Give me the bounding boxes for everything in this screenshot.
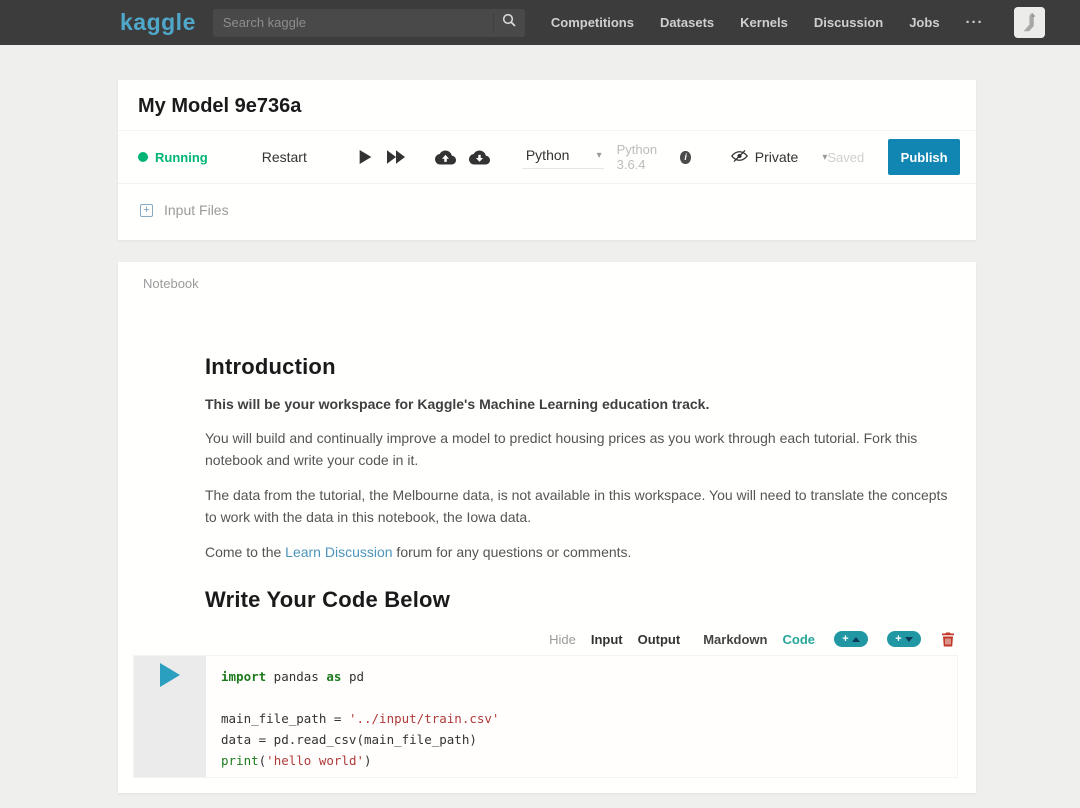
code-token: data = pd.read_csv(main_file_path) [221,732,477,747]
add-cell-above-button[interactable]: + [834,631,868,647]
notebook-card: Notebook Introduction This will be your … [118,262,976,793]
user-avatar[interactable] [1014,7,1045,38]
input-files-section[interactable]: + Input Files [118,183,976,236]
input-files-label: Input Files [164,202,229,218]
code-toggle[interactable]: Code [783,632,816,647]
nav-item-kernels[interactable]: Kernels [740,15,788,30]
arrow-up-icon [852,637,860,642]
cell-toolbar: Hide Input Output Markdown Code + + [205,631,954,647]
run-cell-icon[interactable] [359,150,372,164]
paragraph-forum: Come to the Learn Discussion forum for a… [205,541,956,563]
top-navbar: kaggle Competitions Datasets Kernels Dis… [0,0,1080,45]
intro-heading: Introduction [205,354,956,380]
code-line: print('hello world') [221,750,957,771]
kaggle-logo[interactable]: kaggle [120,9,196,36]
code-line: import pandas as pd [221,666,957,687]
code-token: 'hello world' [266,753,364,768]
restart-button[interactable]: Restart [262,149,307,165]
page: kaggle Competitions Datasets Kernels Dis… [0,0,1080,808]
code-section-heading: Write Your Code Below [205,587,956,613]
nav-item-datasets[interactable]: Datasets [660,15,714,30]
markdown-toggle[interactable]: Markdown [703,632,767,647]
trash-icon [942,632,954,647]
learn-discussion-link[interactable]: Learn Discussion [285,544,392,560]
title-row: My Model 9e736a [118,80,976,131]
notebook-content: Introduction This will be your workspace… [118,292,976,647]
chevron-down-icon: ▾ [597,150,602,161]
output-toggle[interactable]: Output [638,632,681,647]
search-button[interactable] [493,13,525,33]
running-status-icon [138,152,148,162]
intro-lead-paragraph: This will be your workspace for Kaggle's… [205,396,956,412]
cloud-download-icon[interactable] [469,150,490,165]
input-toggle[interactable]: Input [591,632,623,647]
run-all-icon[interactable] [387,150,405,164]
code-line: main_file_path = '../input/train.csv' [221,708,957,729]
code-editor[interactable]: import pandas as pd main_file_path = '..… [206,656,957,777]
search-box [213,9,525,37]
publish-button[interactable]: Publish [888,139,960,175]
status-label: Running [155,150,208,165]
language-select[interactable]: Python ▾ [522,145,604,169]
cell-gutter [134,656,206,777]
nav-item-competitions[interactable]: Competitions [551,15,634,30]
search-input[interactable] [213,9,493,37]
visibility-value: Private [755,149,799,165]
code-token: ) [364,753,372,768]
add-cell-below-button[interactable]: + [887,631,921,647]
more-menu-icon[interactable]: ··· [966,14,984,31]
language-version: Python 3.6.4 i [617,142,691,172]
code-token: as [326,669,341,684]
tab-notebook[interactable]: Notebook [118,262,976,292]
run-cell-play-button[interactable] [157,663,183,689]
arrow-down-icon [905,637,913,642]
plus-icon: + [842,634,848,645]
nav-item-discussion[interactable]: Discussion [814,15,883,30]
kernel-title: My Model 9e736a [138,95,956,118]
code-line: data = pd.read_csv(main_file_path) [221,729,957,750]
paragraph-build: You will build and continually improve a… [205,427,956,471]
code-token: main_file_path = [221,711,349,726]
search-icon [502,13,516,32]
version-label: Python 3.6.4 [617,142,675,172]
eye-slash-icon [731,149,748,166]
status-badge: Running [138,150,208,165]
visibility-select[interactable]: Private ▾ [731,149,828,166]
plus-icon: + [895,634,901,645]
kernel-toolbar: Running Restart [118,131,976,183]
info-icon[interactable]: i [680,151,690,164]
kernel-header-card: My Model 9e736a Running Restart [118,80,976,240]
code-cell: import pandas as pd main_file_path = '..… [133,655,958,778]
nav-links: Competitions Datasets Kernels Discussion… [551,14,984,31]
forum-text-prefix: Come to the [205,544,285,560]
expand-plus-icon[interactable]: + [140,204,153,217]
delete-cell-button[interactable] [942,632,954,647]
language-value: Python [526,147,570,163]
code-token: print [221,753,259,768]
hide-button[interactable]: Hide [549,632,576,647]
nav-item-jobs[interactable]: Jobs [909,15,939,30]
paragraph-data: The data from the tutorial, the Melbourn… [205,484,956,528]
cloud-upload-icon[interactable] [435,150,456,165]
code-token: pandas [266,669,326,684]
code-token: pd [341,669,364,684]
saved-status: Saved [827,150,864,165]
code-token: '../input/train.csv' [349,711,500,726]
code-line [221,687,957,708]
forum-text-suffix: forum for any questions or comments. [393,544,632,560]
code-token: import [221,669,266,684]
